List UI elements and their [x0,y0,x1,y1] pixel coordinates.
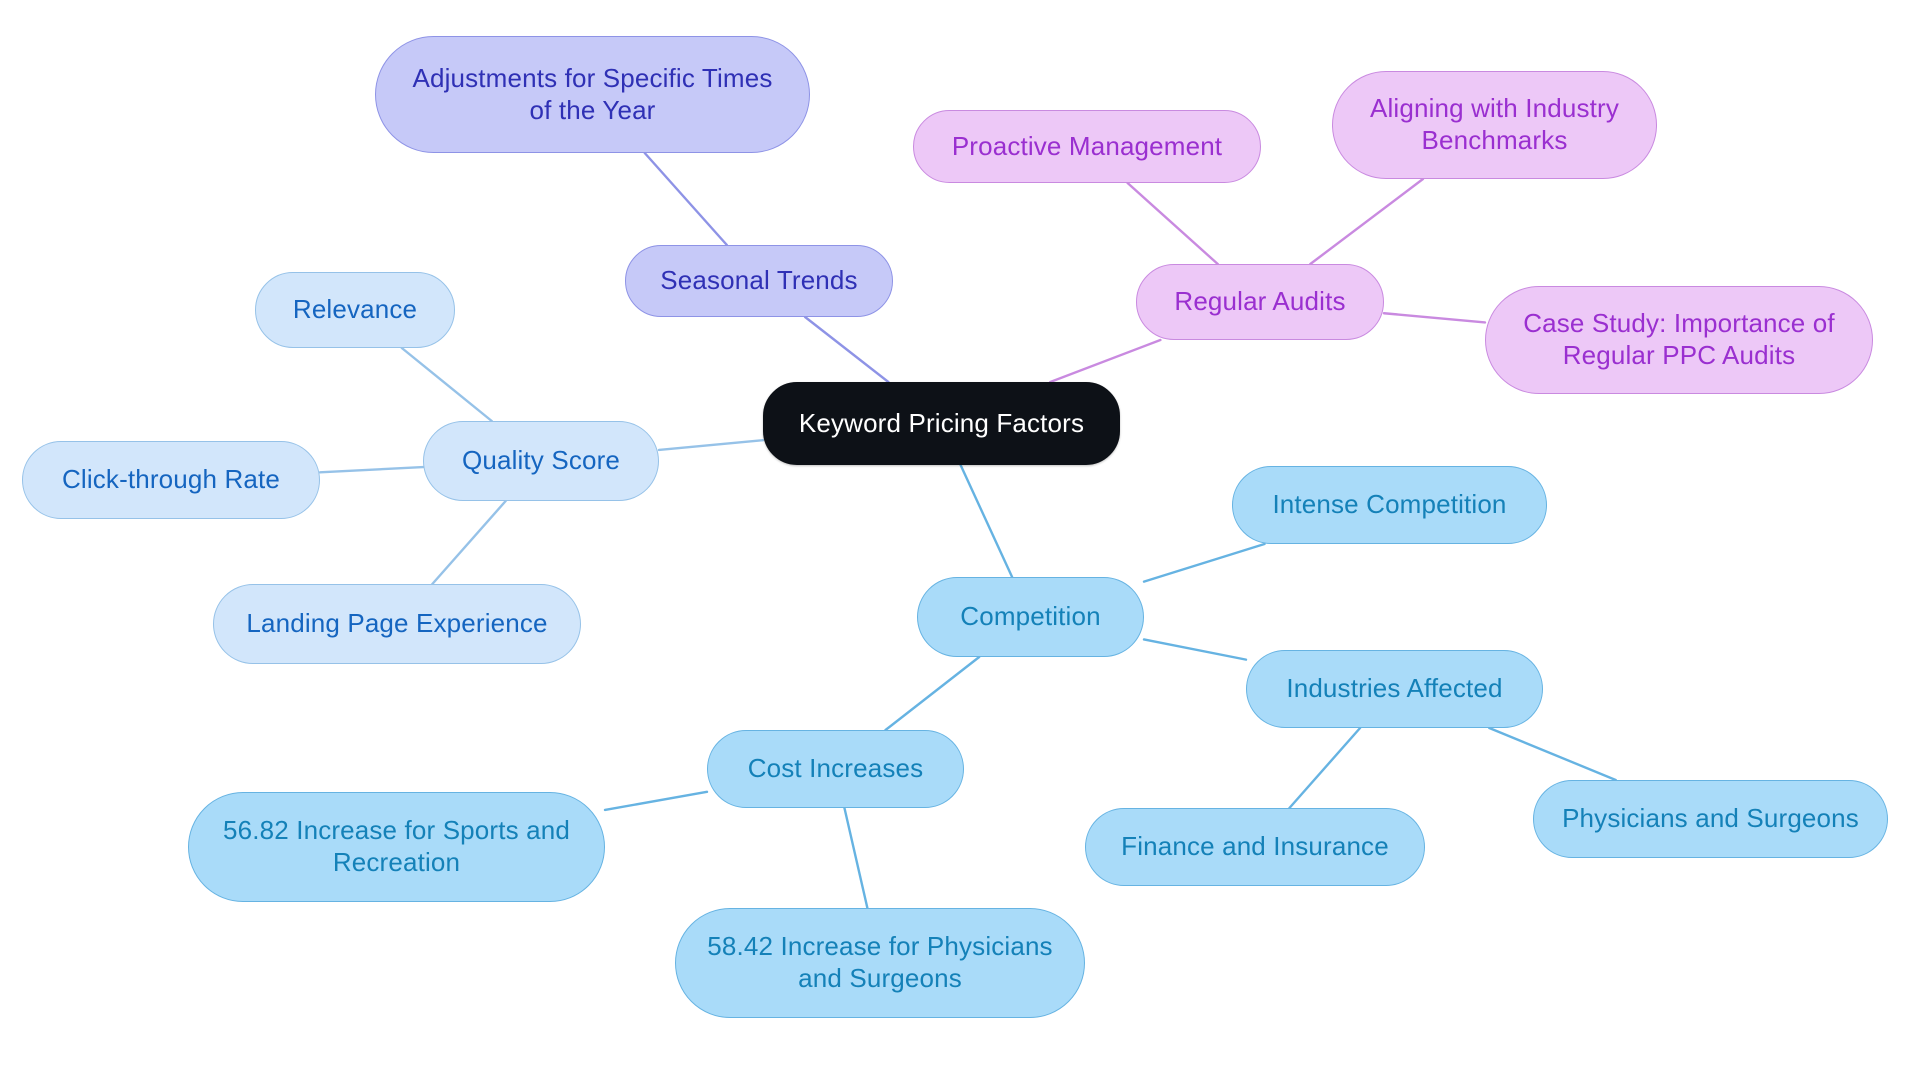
node-cost-increases[interactable]: Cost Increases [707,730,964,808]
edge-industries_affected-to-physicians_surgeons [1488,726,1617,782]
node-relevance-label: Relevance [292,294,418,325]
node-aligning-with-industry-benchmarks[interactable]: Aligning with Industry Benchmarks [1332,71,1657,179]
node-increase-physicians-label: 58.42 Increase for Physicians and Surgeo… [707,931,1053,993]
node-industries-affected-label: Industries Affected [1286,673,1503,704]
edge-quality_score-to-landing_page_experience [431,499,507,586]
node-competition-label: Competition [960,601,1101,632]
edge-root-to-quality_score [657,439,765,452]
node-case-study-label: Case Study: Importance of Regular PPC Au… [1523,308,1835,370]
edge-root-to-regular_audits [1049,338,1162,384]
node-intense-competition[interactable]: Intense Competition [1232,466,1547,544]
node-aligning-benchmarks-label: Aligning with Industry Benchmarks [1370,93,1619,155]
node-regular-audits-label: Regular Audits [1174,286,1346,317]
edge-cost_increases-to-increase_sports [603,790,709,812]
node-cost-increases-label: Cost Increases [747,753,924,784]
node-proactive-management-label: Proactive Management [951,130,1223,161]
edge-cost_increases-to-increase_physicians [843,806,869,910]
edge-competition-to-industries_affected [1142,638,1248,661]
edge-regular_audits-to-aligning_benchmarks [1309,177,1425,266]
node-finance-and-insurance[interactable]: Finance and Insurance [1085,808,1425,886]
edge-seasonal_trends-to-adjustments [643,151,729,247]
node-competition[interactable]: Competition [917,577,1144,657]
edge-root-to-competition [959,463,1014,579]
node-click-through-rate[interactable]: Click-through Rate [22,441,320,519]
edge-regular_audits-to-proactive_management [1126,181,1219,266]
edge-competition-to-cost_increases [884,655,981,732]
node-seasonal-trends[interactable]: Seasonal Trends [625,245,893,317]
node-regular-audits[interactable]: Regular Audits [1136,264,1384,340]
node-adjustments-label: Adjustments for Specific Times of the Ye… [412,62,773,125]
edge-competition-to-intense_competition [1142,542,1266,583]
edge-industries_affected-to-finance_insurance [1288,726,1362,810]
node-quality-score[interactable]: Quality Score [423,421,659,501]
node-landing-page-experience-label: Landing Page Experience [246,608,548,639]
node-finance-insurance-label: Finance and Insurance [1121,831,1389,862]
node-root[interactable]: Keyword Pricing Factors [763,382,1120,465]
node-physicians-surgeons-label: Physicians and Surgeons [1562,803,1859,834]
node-case-study-regular-ppc-audits[interactable]: Case Study: Importance of Regular PPC Au… [1485,286,1873,394]
node-industries-affected[interactable]: Industries Affected [1246,650,1543,728]
node-landing-page-experience[interactable]: Landing Page Experience [213,584,581,664]
node-quality-score-label: Quality Score [461,445,620,476]
edge-quality_score-to-relevance [400,346,493,423]
node-relevance[interactable]: Relevance [255,272,455,348]
node-intense-competition-label: Intense Competition [1272,489,1507,520]
node-click-through-rate-label: Click-through Rate [61,464,280,495]
node-physicians-and-surgeons[interactable]: Physicians and Surgeons [1533,780,1888,858]
mindmap-canvas: Keyword Pricing Factors Seasonal Trends … [0,0,1920,1083]
node-proactive-management[interactable]: Proactive Management [913,110,1261,183]
edge-quality_score-to-click_through_rate [318,465,425,474]
node-seasonal-trends-label: Seasonal Trends [660,265,858,296]
edge-regular_audits-to-case_study [1382,312,1487,324]
node-root-label: Keyword Pricing Factors [798,407,1085,438]
node-increase-physicians-and-surgeons[interactable]: 58.42 Increase for Physicians and Surgeo… [675,908,1085,1018]
edge-root-to-seasonal_trends [803,315,890,384]
node-adjustments-for-specific-times[interactable]: Adjustments for Specific Times of the Ye… [375,36,810,153]
node-increase-sports-and-recreation[interactable]: 56.82 Increase for Sports and Recreation [188,792,605,902]
node-increase-sports-label: 56.82 Increase for Sports and Recreation [223,815,570,877]
